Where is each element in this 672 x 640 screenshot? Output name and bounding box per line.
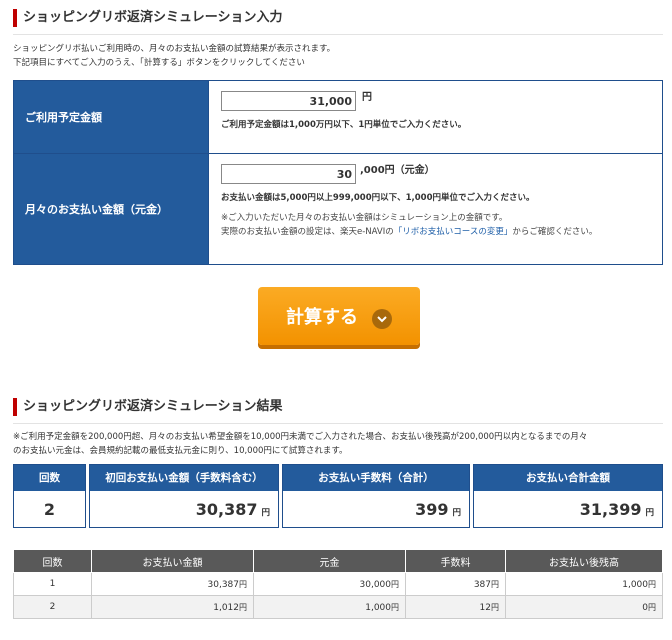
result-note-line-2: のお支払い元金は、会員規約記載の最低支払元金に則り、10,000円にて試算されま…: [13, 446, 348, 456]
summary-total-cell: 31,399 円: [474, 491, 662, 527]
result-note-line-1: ※ご利用予定金額を200,000円超、月々のお支払い希望金額を10,000円未満…: [13, 432, 588, 442]
chevron-down-icon: [372, 309, 392, 329]
summary-first-cell: 30,387 円: [90, 491, 278, 527]
result-summary: 回数 2 初回お支払い金額（手数料含む） 30,387 円 お支払い手数料（合計）…: [13, 464, 663, 528]
result-title-rule: [13, 423, 663, 424]
row-principal-value: 30,000: [359, 579, 392, 590]
header-payment: お支払い金額: [91, 549, 254, 573]
row-payment-value: 30,387: [207, 579, 240, 590]
summary-count: 回数 2: [13, 464, 86, 528]
summary-count-value: 2: [14, 491, 85, 527]
header-count: 回数: [13, 549, 92, 573]
summary-first-value: 30,387: [195, 499, 258, 519]
monthly-payment-input[interactable]: [221, 164, 356, 184]
result-section-title: ショッピングリボ返済シミュレーション結果: [13, 398, 282, 416]
planned-amount-cell: 円 ご利用予定金額は1,000万円以下、1円単位でご入力ください。: [208, 81, 662, 153]
row-count: 2: [13, 595, 92, 619]
row-fee-value: 387: [473, 579, 491, 590]
header-balance: お支払い後残高: [505, 549, 663, 573]
result-note: ※ご利用予定金額を200,000円超、月々のお支払い希望金額を10,000円未満…: [13, 430, 663, 458]
planned-amount-unit: 円: [362, 92, 372, 103]
monthly-payment-note: お支払い金額は5,000円以上999,000円以下、1,000円単位でご入力くだ…: [221, 193, 535, 203]
monthly-payment-cell: ,000円（元金） お支払い金額は5,000円以上999,000円以下、1,00…: [208, 154, 662, 264]
input-intro: ショッピングリボ払いご利用時の、月々のお支払い金額の試算結果が表示されます。 下…: [13, 42, 335, 70]
row-principal: 1,000円: [253, 595, 406, 619]
planned-amount-row: ご利用予定金額 円 ご利用予定金額は1,000万円以下、1円単位でご入力ください…: [14, 81, 662, 154]
payment-schedule-table: 回数 お支払い金額 元金 手数料 お支払い後残高 1 30,387円 30,00…: [13, 549, 663, 619]
row-count: 1: [13, 572, 92, 596]
summary-first-yen: 円: [261, 508, 270, 518]
input-form: ご利用予定金額 円 ご利用予定金額は1,000万円以下、1円単位でご入力ください…: [13, 80, 663, 265]
summary-total-yen: 円: [645, 508, 654, 518]
row-yen: 円: [239, 602, 247, 612]
summary-fee-cell: 399 円: [283, 491, 469, 527]
row-yen: 円: [491, 602, 499, 612]
monthly-payment-unit: ,000円（元金）: [360, 165, 435, 176]
planned-amount-input[interactable]: [221, 91, 356, 111]
row-yen: 円: [491, 579, 499, 589]
summary-fee: お支払い手数料（合計） 399 円: [282, 464, 470, 528]
row-balance-value: 1,000: [622, 579, 648, 590]
subnote-line-2: 実際のお支払い金額の設定は、楽天e-NAVIの「リボお支払いコースの変更」からご…: [221, 225, 652, 239]
row-balance: 0円: [505, 595, 663, 619]
row-fee-value: 12: [479, 602, 491, 613]
row-principal: 30,000円: [253, 572, 406, 596]
header-fee: 手数料: [405, 549, 506, 573]
row-fee: 12円: [405, 595, 506, 619]
monthly-payment-subnote: ※ご入力いただいた月々のお支払い金額はシミュレーション上の金額です。 実際のお支…: [221, 211, 652, 239]
table-header-row: 回数 お支払い金額 元金 手数料 お支払い後残高: [13, 549, 663, 573]
summary-count-label: 回数: [14, 465, 85, 491]
row-principal-value: 1,000: [365, 602, 391, 613]
subnote-suffix: からご確認ください。: [512, 227, 598, 237]
row-yen: 円: [391, 602, 399, 612]
revo-course-change-link[interactable]: 「リボお支払いコースの変更」: [394, 227, 513, 237]
calculate-label: 計算する: [286, 307, 358, 328]
summary-fee-label: お支払い手数料（合計）: [283, 465, 469, 491]
summary-first-label: 初回お支払い金額（手数料含む）: [90, 465, 278, 491]
subnote-line-1: ※ご入力いただいた月々のお支払い金額はシミュレーション上の金額です。: [221, 213, 508, 223]
summary-total-value: 31,399: [579, 499, 642, 519]
summary-fee-yen: 円: [452, 508, 461, 518]
summary-total-label: お支払い合計金額: [474, 465, 662, 491]
header-principal: 元金: [253, 549, 406, 573]
row-fee: 387円: [405, 572, 506, 596]
row-yen: 円: [239, 579, 247, 589]
row-yen: 円: [648, 579, 656, 589]
intro-line-2: 下記項目にすべてご入力のうえ、「計算する」ボタンをクリックしてください: [13, 58, 305, 68]
row-yen: 円: [391, 579, 399, 589]
intro-line-1: ショッピングリボ払いご利用時の、月々のお支払い金額の試算結果が表示されます。: [13, 44, 336, 54]
summary-total: お支払い合計金額 31,399 円: [473, 464, 663, 528]
summary-fee-value: 399: [415, 499, 449, 519]
planned-amount-note: ご利用予定金額は1,000万円以下、1円単位でご入力ください。: [221, 120, 467, 130]
input-title-rule: [13, 34, 663, 35]
row-balance: 1,000円: [505, 572, 663, 596]
monthly-payment-label: 月々のお支払い金額（元金）: [14, 154, 208, 264]
planned-amount-label: ご利用予定金額: [14, 81, 208, 153]
monthly-payment-row: 月々のお支払い金額（元金） ,000円（元金） お支払い金額は5,000円以上9…: [14, 154, 662, 264]
row-payment-value: 1,012: [213, 602, 239, 613]
summary-first-payment: 初回お支払い金額（手数料含む） 30,387 円: [89, 464, 279, 528]
row-yen: 円: [648, 602, 656, 612]
input-section-title: ショッピングリボ返済シミュレーション入力: [13, 9, 282, 27]
row-payment: 30,387円: [91, 572, 254, 596]
row-payment: 1,012円: [91, 595, 254, 619]
calculate-button[interactable]: 計算する: [258, 287, 420, 345]
subnote-prefix: 実際のお支払い金額の設定は、楽天e-NAVIの: [221, 227, 394, 237]
table-row: 2 1,012円 1,000円 12円 0円: [13, 595, 663, 619]
table-row: 1 30,387円 30,000円 387円 1,000円: [13, 572, 663, 596]
